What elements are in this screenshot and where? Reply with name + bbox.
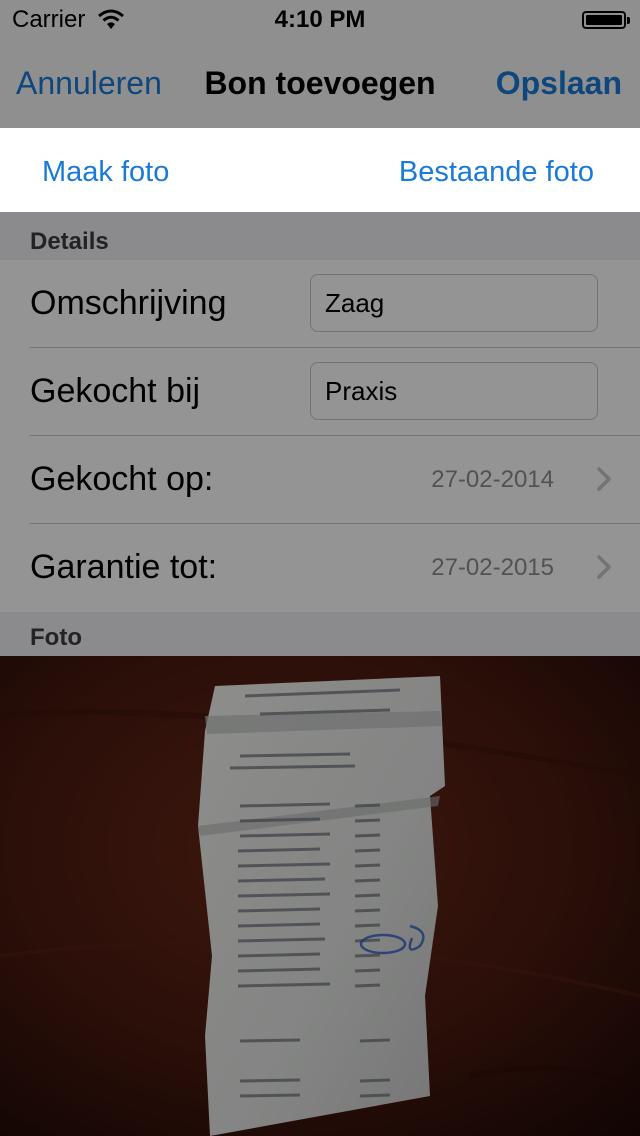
existing-photo-button[interactable]: Bestaande foto: [399, 156, 594, 189]
chevron-right-icon: [597, 555, 611, 579]
warranty-value: 27-02-2015: [431, 554, 554, 581]
navigation-bar: Annuleren Bon toevoegen Opslaan: [0, 40, 640, 128]
store-label: Gekocht bij: [30, 372, 201, 410]
receipt-image: [0, 656, 640, 1136]
details-form: Omschrijving Zaag Gekocht bij Praxis Gek…: [0, 260, 640, 612]
receipt-photo: [0, 656, 640, 1136]
description-row: Omschrijving Zaag: [0, 260, 640, 348]
details-header-label: Details: [30, 228, 109, 255]
warranty-label: Garantie tot:: [30, 548, 218, 586]
purchase-date-row[interactable]: Gekocht op: 27-02-2014: [0, 436, 640, 524]
description-field[interactable]: Zaag: [310, 274, 598, 332]
purchase-date-label: Gekocht op:: [30, 460, 214, 498]
cancel-button[interactable]: Annuleren: [16, 65, 162, 102]
battery-icon: [582, 11, 630, 29]
clock: 4:10 PM: [274, 6, 366, 33]
save-button[interactable]: Opslaan: [496, 65, 622, 102]
photo-header-label: Foto: [30, 624, 82, 651]
warranty-row[interactable]: Garantie tot: 27-02-2015: [0, 524, 640, 612]
photo-section-header: Foto: [0, 612, 640, 656]
description-label: Omschrijving: [30, 284, 227, 322]
status-bar: Carrier 4:10 PM: [0, 0, 640, 40]
store-row: Gekocht bij Praxis: [0, 348, 640, 436]
take-photo-button[interactable]: Maak foto: [42, 156, 169, 189]
chevron-right-icon: [597, 467, 611, 491]
photo-source-bar: Maak foto Bestaande foto: [0, 128, 640, 212]
store-field[interactable]: Praxis: [310, 362, 598, 420]
purchase-date-value: 27-02-2014: [431, 466, 554, 493]
details-section-header: Details: [0, 212, 640, 260]
